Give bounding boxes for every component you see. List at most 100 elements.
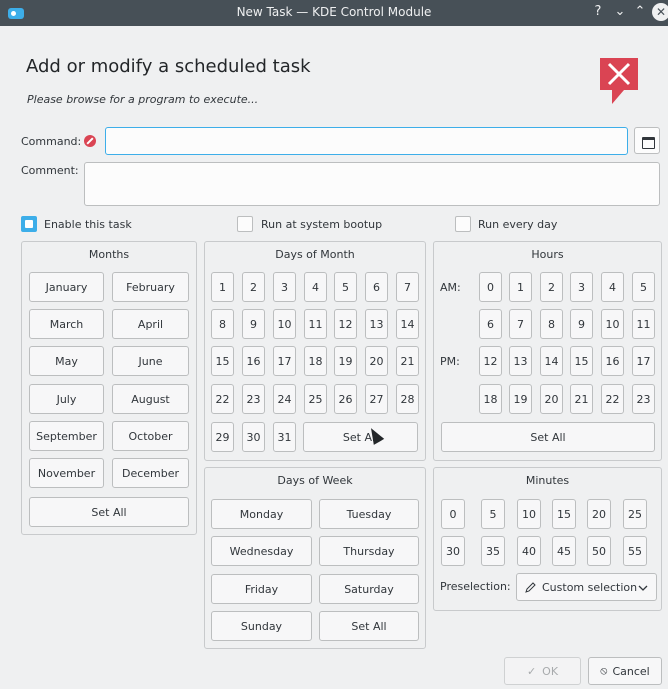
weekday-tuesday-button[interactable]: Tuesday (319, 499, 419, 529)
day-of-month-22-button[interactable]: 22 (211, 384, 234, 414)
day-of-month-20-button[interactable]: 20 (365, 346, 388, 376)
weekday-thursday-button[interactable]: Thursday (319, 536, 419, 566)
day-of-month-13-button[interactable]: 13 (365, 309, 388, 339)
hour-0-button[interactable]: 0 (479, 272, 502, 302)
hour-23-button[interactable]: 23 (632, 384, 655, 414)
minute-0-button[interactable]: 0 (441, 499, 465, 529)
day-of-month-27-button[interactable]: 27 (365, 384, 388, 414)
hour-12-button[interactable]: 12 (479, 346, 502, 376)
day-of-month-26-button[interactable]: 26 (334, 384, 357, 414)
run-every-day-checkbox[interactable] (455, 216, 471, 232)
minute-45-button[interactable]: 45 (552, 536, 576, 566)
comment-input[interactable] (84, 162, 660, 206)
hour-5-button[interactable]: 5 (632, 272, 655, 302)
month-june-button[interactable]: June (112, 346, 189, 376)
day-of-month-14-button[interactable]: 14 (396, 309, 419, 339)
month-august-button[interactable]: August (112, 384, 189, 414)
day-of-month-16-button[interactable]: 16 (242, 346, 265, 376)
hour-10-button[interactable]: 10 (601, 309, 624, 339)
day-of-month-28-button[interactable]: 28 (396, 384, 419, 414)
month-september-button[interactable]: September (29, 421, 104, 451)
help-icon[interactable]: ? (589, 3, 607, 21)
months-set-all-button[interactable]: Set All (29, 497, 189, 527)
hour-14-button[interactable]: 14 (540, 346, 563, 376)
minute-30-button[interactable]: 30 (441, 536, 465, 566)
month-may-button[interactable]: May (29, 346, 104, 376)
day-of-month-24-button[interactable]: 24 (273, 384, 296, 414)
minute-20-button[interactable]: 20 (587, 499, 611, 529)
minute-5-button[interactable]: 5 (481, 499, 505, 529)
day-of-month-1-button[interactable]: 1 (211, 272, 234, 302)
hour-9-button[interactable]: 9 (570, 309, 593, 339)
day-of-month-4-button[interactable]: 4 (304, 272, 327, 302)
hour-1-button[interactable]: 1 (509, 272, 532, 302)
ok-button[interactable]: ✓ OK (504, 657, 581, 685)
day-of-month-25-button[interactable]: 25 (304, 384, 327, 414)
hour-4-button[interactable]: 4 (601, 272, 624, 302)
hour-18-button[interactable]: 18 (479, 384, 502, 414)
days-of-week-set-all-button[interactable]: Set All (319, 611, 419, 641)
weekday-wednesday-button[interactable]: Wednesday (211, 536, 312, 566)
day-of-month-17-button[interactable]: 17 (273, 346, 296, 376)
hour-15-button[interactable]: 15 (570, 346, 593, 376)
weekday-monday-button[interactable]: Monday (211, 499, 312, 529)
close-icon[interactable]: ✕ (652, 3, 668, 21)
hour-13-button[interactable]: 13 (509, 346, 532, 376)
day-of-month-12-button[interactable]: 12 (334, 309, 357, 339)
weekday-saturday-button[interactable]: Saturday (319, 574, 419, 604)
hours-set-all-button[interactable]: Set All (441, 422, 655, 452)
day-of-month-2-button[interactable]: 2 (242, 272, 265, 302)
month-february-button[interactable]: February (112, 272, 189, 302)
day-of-month-6-button[interactable]: 6 (365, 272, 388, 302)
hour-6-button[interactable]: 6 (479, 309, 502, 339)
day-of-month-23-button[interactable]: 23 (242, 384, 265, 414)
enable-task-checkbox[interactable] (21, 216, 37, 232)
minute-25-button[interactable]: 25 (623, 499, 647, 529)
weekday-friday-button[interactable]: Friday (211, 574, 312, 604)
day-of-month-19-button[interactable]: 19 (334, 346, 357, 376)
day-of-month-18-button[interactable]: 18 (304, 346, 327, 376)
browse-folder-button[interactable] (634, 127, 660, 154)
weekday-sunday-button[interactable]: Sunday (211, 611, 312, 641)
day-of-month-3-button[interactable]: 3 (273, 272, 296, 302)
day-of-month-21-button[interactable]: 21 (396, 346, 419, 376)
hour-2-button[interactable]: 2 (540, 272, 563, 302)
month-january-button[interactable]: January (29, 272, 104, 302)
hour-20-button[interactable]: 20 (540, 384, 563, 414)
hour-8-button[interactable]: 8 (540, 309, 563, 339)
day-of-month-29-button[interactable]: 29 (211, 422, 234, 452)
month-october-button[interactable]: October (112, 421, 189, 451)
minute-10-button[interactable]: 10 (517, 499, 541, 529)
month-november-button[interactable]: November (29, 458, 104, 488)
minute-35-button[interactable]: 35 (481, 536, 505, 566)
day-of-month-7-button[interactable]: 7 (396, 272, 419, 302)
day-of-month-8-button[interactable]: 8 (211, 309, 234, 339)
day-of-month-11-button[interactable]: 11 (304, 309, 327, 339)
hour-16-button[interactable]: 16 (601, 346, 624, 376)
hour-21-button[interactable]: 21 (570, 384, 593, 414)
days-of-month-set-all-button[interactable]: Set All (303, 422, 418, 452)
month-july-button[interactable]: July (29, 384, 104, 414)
command-input[interactable] (105, 127, 628, 155)
hour-22-button[interactable]: 22 (601, 384, 624, 414)
hour-19-button[interactable]: 19 (509, 384, 532, 414)
day-of-month-30-button[interactable]: 30 (242, 422, 265, 452)
maximize-icon[interactable]: ⌃ (631, 3, 649, 21)
minute-50-button[interactable]: 50 (587, 536, 611, 566)
day-of-month-31-button[interactable]: 31 (273, 422, 296, 452)
day-of-month-9-button[interactable]: 9 (242, 309, 265, 339)
minute-15-button[interactable]: 15 (552, 499, 576, 529)
day-of-month-10-button[interactable]: 10 (273, 309, 296, 339)
month-december-button[interactable]: December (112, 458, 189, 488)
run-at-bootup-checkbox[interactable] (237, 216, 253, 232)
hour-3-button[interactable]: 3 (570, 272, 593, 302)
minimize-icon[interactable]: ⌄ (611, 3, 629, 21)
hour-11-button[interactable]: 11 (632, 309, 655, 339)
month-march-button[interactable]: March (29, 309, 104, 339)
minute-40-button[interactable]: 40 (517, 536, 541, 566)
day-of-month-5-button[interactable]: 5 (334, 272, 357, 302)
minute-55-button[interactable]: 55 (623, 536, 647, 566)
hour-7-button[interactable]: 7 (509, 309, 532, 339)
preselection-select[interactable]: Custom selection (516, 573, 657, 601)
cancel-button[interactable]: ⦸ Cancel (588, 657, 662, 685)
